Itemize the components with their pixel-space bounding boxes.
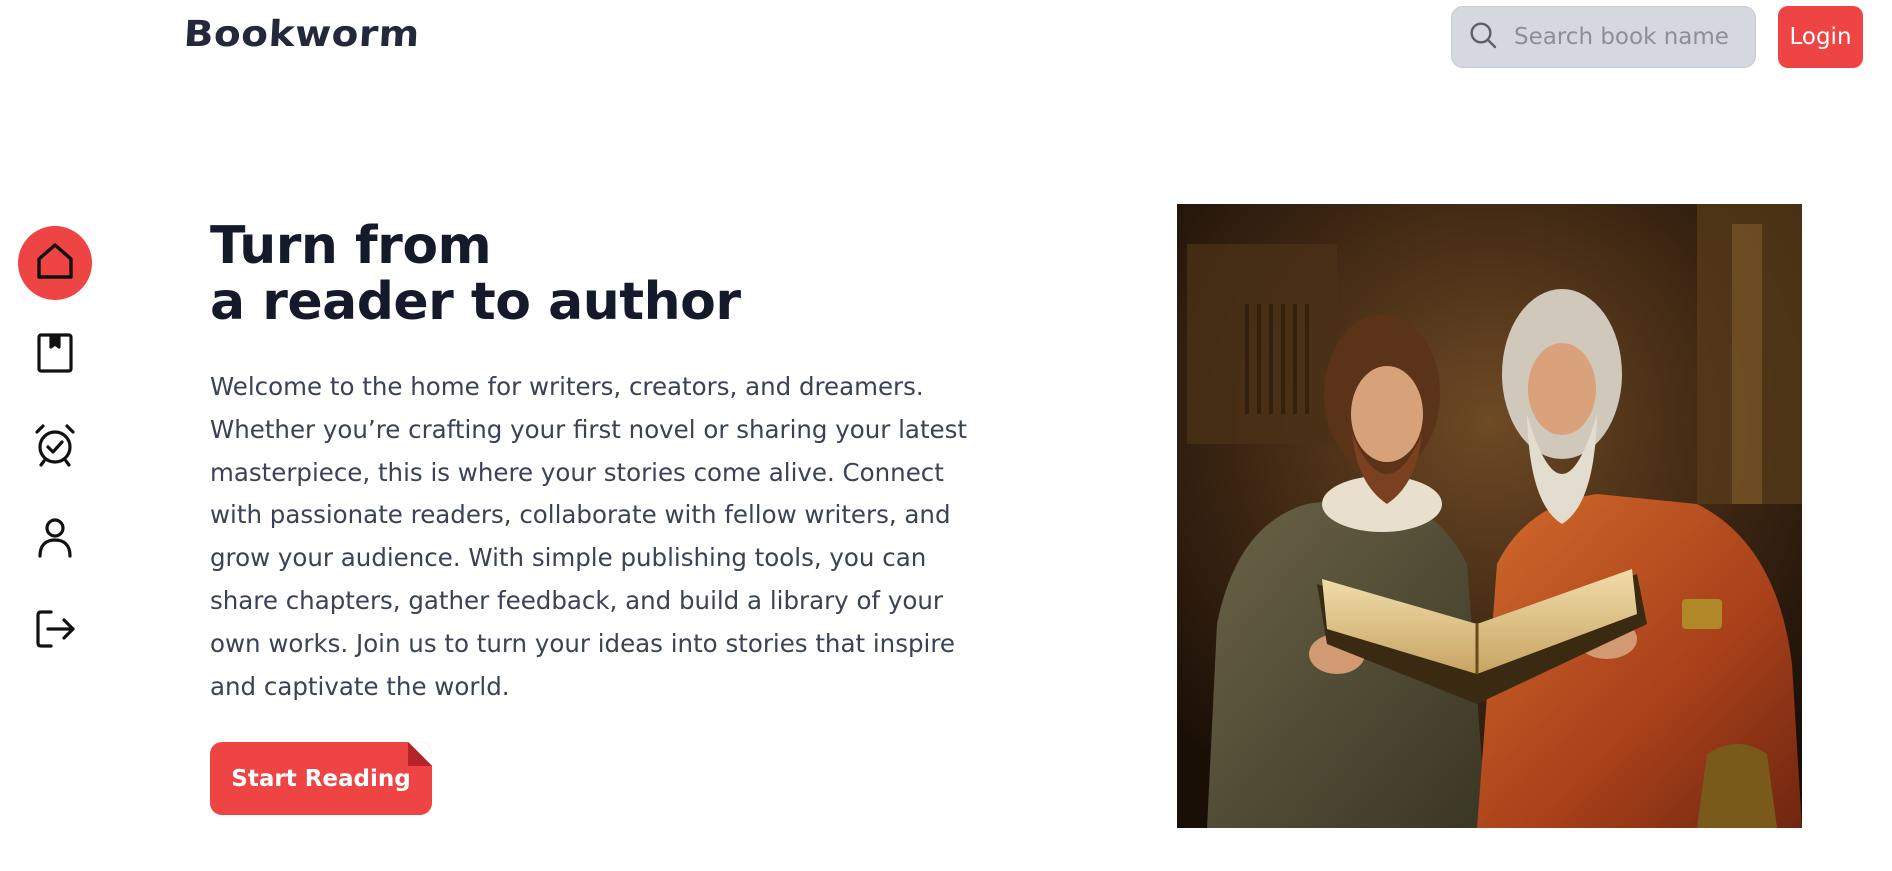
hero-painting-image — [1177, 204, 1802, 828]
nav-item-home[interactable] — [18, 226, 92, 300]
hero-title: Turn from a reader to author — [210, 218, 970, 330]
search-icon — [1467, 19, 1499, 56]
app-logo[interactable]: Bookworm — [183, 14, 421, 55]
nav-item-reminders[interactable] — [18, 410, 92, 484]
bookmark-icon — [31, 329, 79, 382]
hero-description: Welcome to the home for writers, creator… — [210, 372, 967, 701]
nav-item-bookmarks[interactable] — [18, 318, 92, 392]
nav-item-profile[interactable] — [18, 502, 92, 576]
hero-title-line-1: Turn from — [210, 216, 492, 276]
user-icon — [31, 513, 79, 566]
search-box[interactable] — [1451, 6, 1756, 68]
alarm-clock-check-icon — [31, 421, 79, 474]
page-fold-corner — [408, 742, 432, 766]
login-button[interactable]: Login — [1778, 6, 1863, 68]
hero-title-line-2: a reader to author — [210, 272, 741, 332]
nav-item-logout[interactable] — [18, 594, 92, 668]
start-reading-button[interactable]: Start Reading — [210, 742, 432, 815]
home-icon — [31, 237, 79, 290]
logout-icon — [31, 605, 79, 658]
start-reading-label: Start Reading — [231, 765, 411, 792]
search-input[interactable] — [1514, 24, 1744, 50]
